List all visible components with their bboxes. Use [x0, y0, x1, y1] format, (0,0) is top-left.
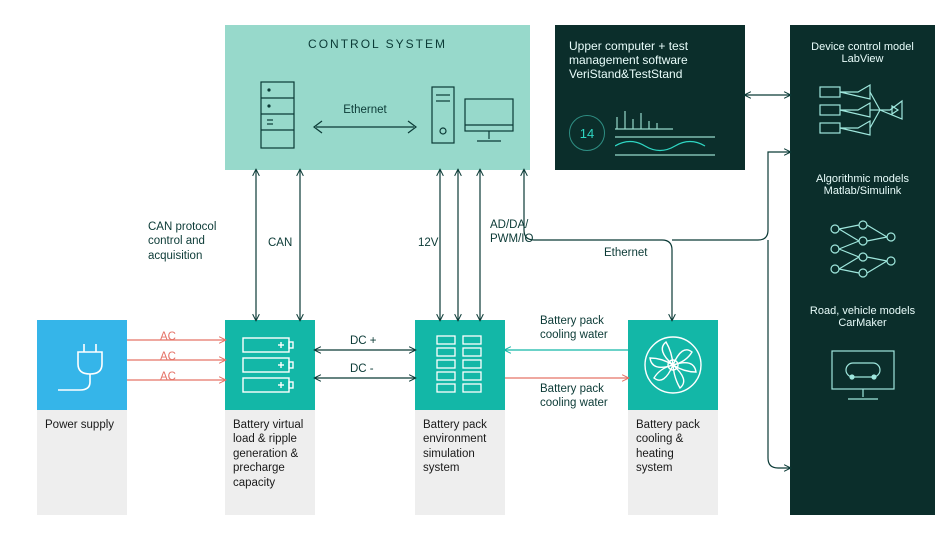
battery-load-box [225, 320, 315, 410]
co-l1: Battery pack [636, 418, 710, 432]
badge-14: 14 [569, 115, 605, 151]
bl-l1: Battery virtual [233, 418, 307, 432]
power-supply-text: Power supply [45, 419, 114, 431]
co-l3: heating [636, 447, 710, 461]
bl-l3: generation & [233, 447, 307, 461]
control-system-title: CONTROL SYSTEM [225, 37, 530, 52]
dcm-label: DC - [350, 362, 374, 376]
right-alg1: Algorithmic models [802, 173, 923, 185]
fan-icon [642, 334, 704, 396]
power-supply-label: Power supply [37, 410, 127, 515]
v12-label: 12V [418, 236, 438, 250]
right-panel: Device control model LabView Algorithmic… [790, 25, 935, 515]
right-alg2: Matlab/Simulink [802, 185, 923, 197]
ac-label-2: AC [160, 350, 176, 364]
right-road1: Road, vehicle models [802, 305, 923, 317]
upper-computer-panel: Upper computer + test management softwar… [555, 25, 745, 170]
bl-l4: precharge [233, 461, 307, 475]
dcp-label: DC + [350, 334, 377, 348]
can-protocol-label: CAN protocol control and acquisition [148, 220, 238, 263]
addapwmio-label: AD/DA/ PWM/IO [490, 218, 560, 247]
rack-server-icon [255, 80, 300, 150]
monitor-icon [463, 97, 515, 143]
badge-14-value: 14 [580, 126, 594, 141]
ethernet-label: Ethernet [310, 103, 420, 117]
es-l3: simulation [423, 447, 497, 461]
cooling-label: Battery pack cooling & heating system [628, 410, 718, 515]
es-l4: system [423, 461, 497, 475]
plug-icon [52, 338, 112, 392]
battery-stack-icon [239, 334, 301, 396]
ethernet-arrow-icon [310, 117, 420, 137]
upper-line1: Upper computer + test [569, 39, 731, 53]
cooling-box [628, 320, 718, 410]
right-title2: LabView [802, 53, 923, 65]
ethernet-right-label: Ethernet [604, 246, 647, 260]
neural-net-icon [823, 217, 903, 281]
right-road2: CarMaker [802, 317, 923, 329]
upper-line3: VeriStand&TestStand [569, 67, 731, 81]
env-sim-label: Battery pack environment simulation syst… [415, 410, 505, 515]
right-title1: Device control model [802, 41, 923, 53]
power-supply-box [37, 320, 127, 410]
es-l1: Battery pack [423, 418, 497, 432]
wave-chart-icon [615, 135, 715, 157]
co-l2: cooling & [636, 432, 710, 446]
cooling-water-bot: Battery pack cooling water [540, 382, 630, 411]
env-sim-box [415, 320, 505, 410]
co-l4: system [636, 461, 710, 475]
cooling-water-top: Battery pack cooling water [540, 314, 630, 343]
car-in-monitor-icon [828, 347, 898, 401]
server-grid-icon [433, 334, 487, 396]
control-system-panel: CONTROL SYSTEM Ethernet [225, 25, 530, 170]
bl-l2: load & ripple [233, 432, 307, 446]
bar-chart-icon [615, 109, 675, 131]
ac-label-3: AC [160, 370, 176, 384]
pc-tower-icon [430, 85, 456, 145]
upper-line2: management software [569, 53, 731, 67]
labview-diagram-icon [818, 83, 908, 145]
es-l2: environment [423, 432, 497, 446]
bl-l5: capacity [233, 476, 307, 490]
battery-load-label: Battery virtual load & ripple generation… [225, 410, 315, 515]
can-label: CAN [268, 236, 292, 250]
ac-label-1: AC [160, 330, 176, 344]
